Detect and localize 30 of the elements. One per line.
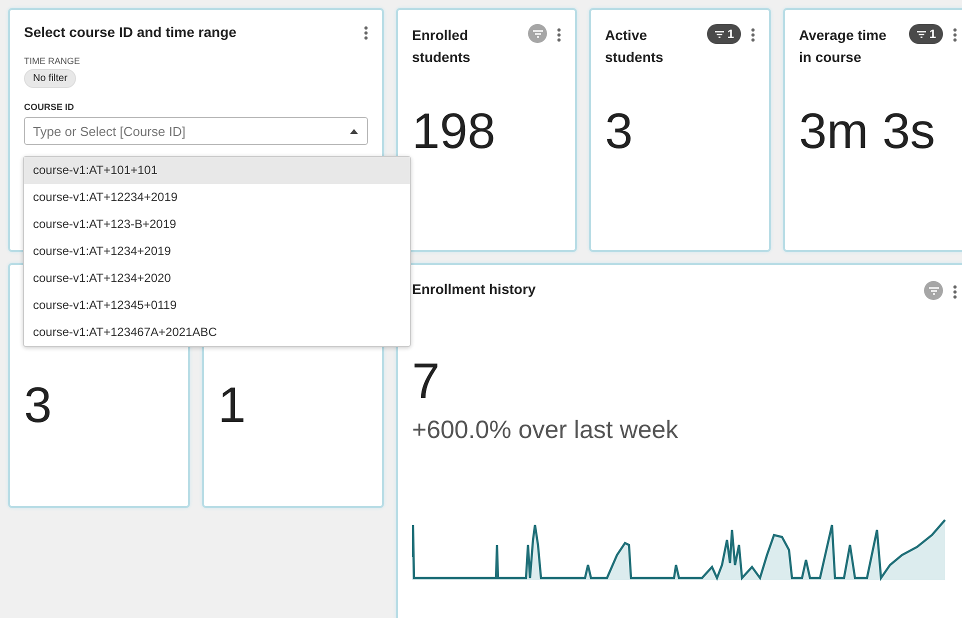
dropdown-option[interactable]: course-v1:AT+1234+2019: [24, 238, 410, 265]
course-id-field[interactable]: Type or Select [Course ID]: [24, 117, 368, 145]
metric-value: 7: [412, 356, 441, 406]
filter-badge[interactable]: 1: [707, 24, 741, 44]
dropdown-option[interactable]: course-v1:AT+12234+2019: [24, 184, 410, 211]
metric-value: 3: [24, 376, 52, 434]
dropdown-option[interactable]: course-v1:AT+101+101: [24, 157, 410, 184]
more-options-icon[interactable]: [953, 28, 957, 42]
metric-value: 3m 3s: [799, 102, 936, 160]
metric-value: 1: [218, 376, 246, 434]
metric-value: 3: [605, 102, 634, 160]
change-text: +600.0% over last week: [412, 416, 680, 445]
more-options-icon[interactable]: [364, 26, 368, 40]
dropdown-option[interactable]: course-v1:AT+123467A+2021ABC: [24, 319, 410, 346]
dropdown-option[interactable]: course-v1:AT+1234+2020: [24, 265, 410, 292]
card-title: Enrolled students: [412, 26, 472, 67]
filter-badge[interactable]: 1: [909, 24, 943, 44]
dropdown-option[interactable]: course-v1:AT+123-B+2019: [24, 211, 410, 238]
time-range-chip[interactable]: No filter: [24, 69, 76, 88]
more-options-icon[interactable]: [557, 28, 561, 42]
dropdown-option[interactable]: course-v1:AT+12345+0119: [24, 292, 410, 319]
more-options-icon[interactable]: [751, 28, 755, 42]
metric-value: 198: [412, 102, 496, 160]
card-title: Select course ID and time range: [24, 24, 236, 40]
more-options-icon[interactable]: [953, 284, 957, 298]
card-title: Enrollment history: [412, 281, 536, 297]
field-label: TIME RANGE: [24, 56, 80, 66]
field-label: COURSE ID: [24, 102, 74, 112]
card-title: Average time in course: [799, 26, 888, 67]
card-title: Active students: [605, 26, 664, 67]
